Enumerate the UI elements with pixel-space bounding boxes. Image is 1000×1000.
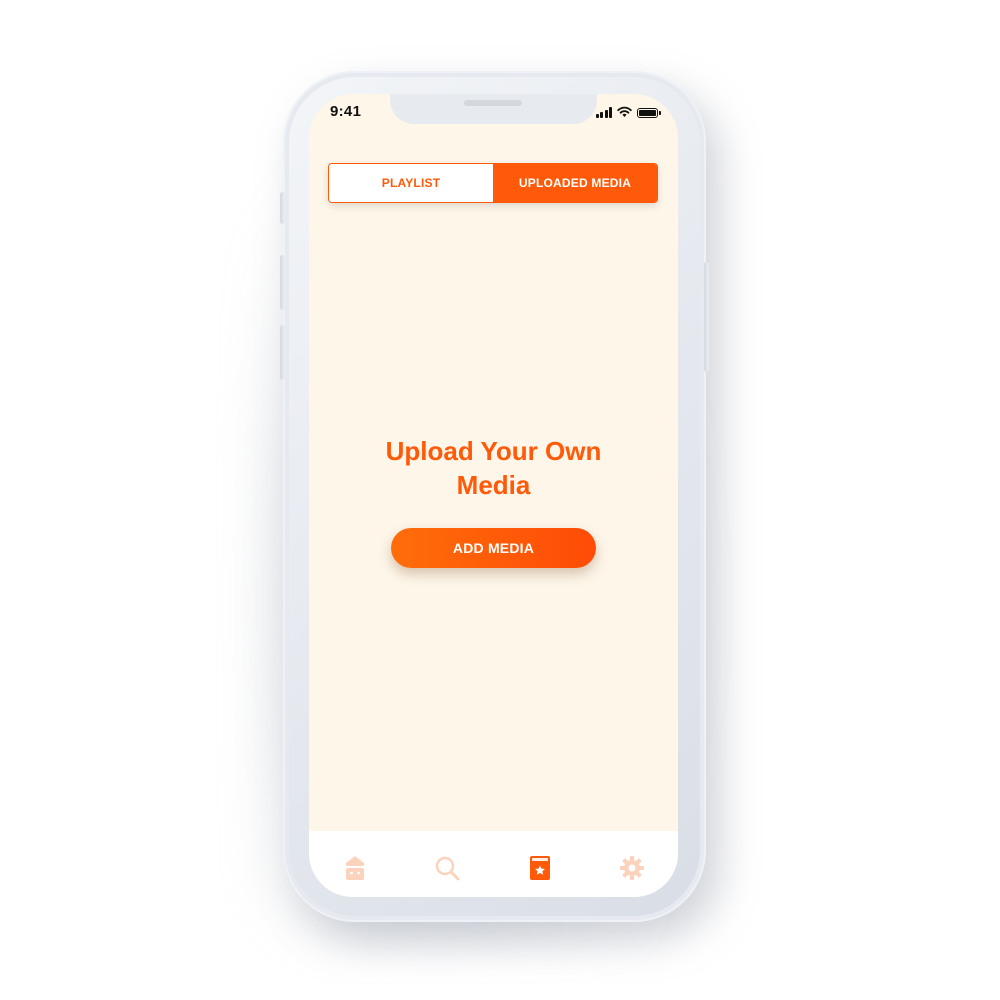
tab-uploaded-media[interactable]: UPLOADED MEDIA — [493, 164, 657, 202]
wifi-icon — [617, 106, 632, 117]
upload-headline: Upload Your Own Media — [309, 434, 678, 502]
mute-switch — [280, 192, 285, 224]
phone-screen: 9:41 PLAYLIST UPLOADED MEDIA Upload Your… — [309, 94, 678, 897]
search-icon — [436, 856, 460, 881]
cupcake-icon — [345, 856, 365, 880]
volume-down-button — [280, 325, 285, 380]
media-tabs: PLAYLIST UPLOADED MEDIA — [328, 163, 658, 203]
nav-item-settings[interactable] — [617, 853, 647, 883]
bottom-nav — [309, 831, 678, 897]
volume-up-button — [280, 255, 285, 310]
status-icons — [595, 104, 661, 118]
nav-item-home[interactable] — [340, 853, 370, 883]
headline-line-1: Upload Your Own — [385, 436, 602, 466]
nav-item-favorites[interactable] — [525, 853, 555, 883]
signal-icon — [595, 107, 612, 118]
power-button — [704, 262, 709, 372]
favorites-book-icon — [529, 856, 550, 880]
add-media-button[interactable]: ADD MEDIA — [391, 528, 596, 568]
headline-line-2: Media — [456, 470, 531, 500]
gear-icon — [619, 856, 644, 880]
status-time: 9:41 — [330, 103, 362, 120]
nav-item-search[interactable] — [432, 853, 462, 883]
battery-icon — [637, 108, 661, 118]
notch — [390, 94, 597, 124]
speaker-grille — [464, 100, 522, 106]
tab-playlist[interactable]: PLAYLIST — [329, 164, 493, 202]
